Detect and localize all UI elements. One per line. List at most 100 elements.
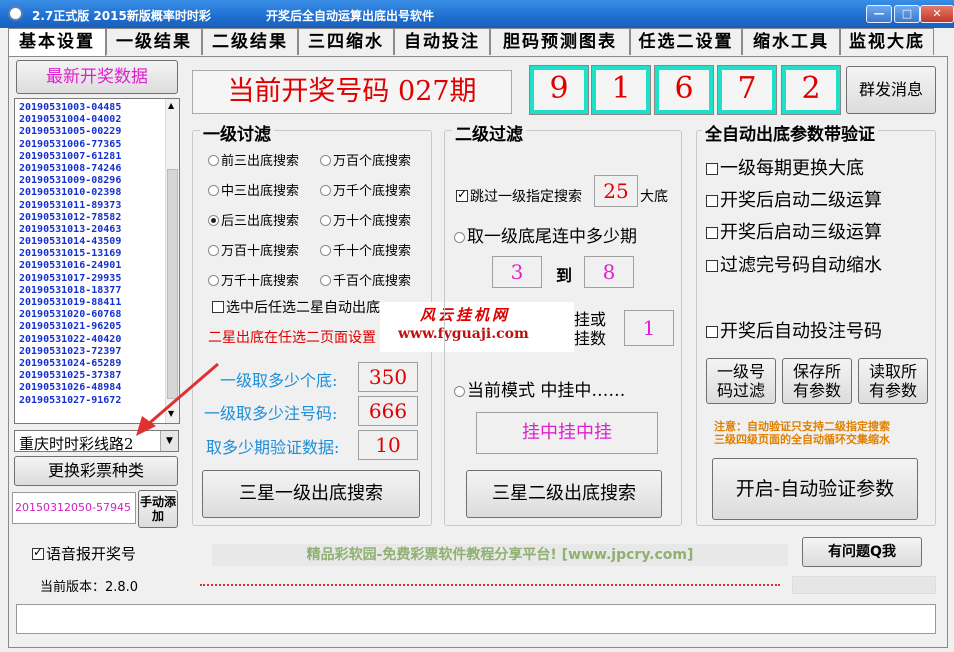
check-auto-shrink[interactable]: 过滤完号码自动缩水	[706, 251, 882, 277]
radio-wanqiange[interactable]: 万千个底搜索	[320, 180, 411, 199]
list-item[interactable]: 20190531018-18377	[15, 285, 179, 297]
minimize-icon[interactable]: —	[866, 5, 892, 23]
change-lottery-button[interactable]: 更换彩票种类	[14, 456, 178, 486]
close-icon[interactable]: ✕	[920, 5, 954, 23]
f2-input[interactable]: 666	[358, 396, 418, 426]
help-qq-button[interactable]: 有问题Q我	[802, 537, 922, 567]
radio-wanshige[interactable]: 万十个底搜索	[320, 210, 411, 229]
radio-label: 万百十底搜索	[221, 244, 300, 259]
tab-shrink-tool[interactable]: 缩水工具	[742, 28, 840, 55]
radio-icon	[454, 386, 465, 397]
progress-dots	[200, 584, 780, 586]
range-to-input[interactable]: 8	[584, 256, 634, 288]
radio-qianshige[interactable]: 千十个底搜索	[320, 240, 411, 259]
f1-input[interactable]: 350	[358, 362, 418, 392]
list-item[interactable]: 20190531023-72397	[15, 346, 179, 358]
list-item[interactable]: 20190531003-04485	[15, 102, 179, 114]
app-icon	[8, 6, 23, 21]
tab-monitor[interactable]: 监视大底	[840, 28, 934, 55]
radio-front3[interactable]: 前三出底搜索	[208, 150, 299, 169]
check-label: 开奖后自动投注号码	[720, 321, 882, 342]
list-item[interactable]: 20190531022-40420	[15, 334, 179, 346]
pick2-note: 二星出底在任选二页面设置	[208, 330, 376, 346]
load-params-button[interactable]: 读取所 有参数	[858, 358, 928, 404]
radio-wanqianshi[interactable]: 万千十底搜索	[208, 270, 299, 289]
skip-label: 跳过一级指定搜索	[470, 189, 582, 205]
tab-level2-result[interactable]: 二级结果	[202, 28, 298, 55]
level2-search-button[interactable]: 三星二级出底搜索	[466, 470, 662, 518]
list-item[interactable]: 20190531007-61281	[15, 151, 179, 163]
range-from-input[interactable]: 3	[492, 256, 542, 288]
title-bar: 2.7正式版 2015新版概率时时彩 开奖后全自动运算出底出号软件 — □ ✕	[0, 0, 954, 28]
radio-consecutive[interactable]: 取一级底尾连中多少期	[454, 222, 637, 247]
status-field	[792, 576, 936, 594]
radio-wanbaishi[interactable]: 万百十底搜索	[208, 240, 299, 259]
radio-label: 中三出底搜索	[221, 184, 300, 199]
save-params-button[interactable]: 保存所 有参数	[782, 358, 852, 404]
draw-number-5: 2	[781, 65, 841, 115]
line-select-value: 重庆时时彩线路2	[19, 435, 134, 453]
auto-pick2-checkbox[interactable]: 选中后任选二星自动出底	[212, 297, 380, 317]
tab-strip: 基本设置 一级结果 二级结果 三四缩水 自动投注 胆码预测图表 任选二设置 缩水…	[8, 28, 948, 57]
radio-label: 千百个底搜索	[333, 274, 412, 289]
list-item[interactable]: 20190531017-29935	[15, 273, 179, 285]
list-item[interactable]: 20190531006-77365	[15, 139, 179, 151]
promo-banner[interactable]: 精品彩软园-免费彩票软件教程分享平台! [www.jpcry.com]	[212, 544, 788, 566]
window-subtitle: 开奖后全自动运算出底出号软件	[266, 9, 435, 23]
radio-label: 万百个底搜索	[333, 154, 412, 169]
skip-input[interactable]: 25	[594, 175, 638, 207]
radio-qianbaige[interactable]: 千百个底搜索	[320, 270, 411, 289]
level1-filter-button[interactable]: 一级号 码过滤	[706, 358, 776, 404]
list-item[interactable]: 20190531015-13169	[15, 248, 179, 260]
check-level3[interactable]: 开奖后启动三级运算	[706, 218, 882, 244]
radio-mid3[interactable]: 中三出底搜索	[208, 180, 299, 199]
tab-shrink34[interactable]: 三四缩水	[298, 28, 394, 55]
hang-input[interactable]: 1	[624, 310, 674, 346]
draw-number-1: 9	[529, 65, 589, 115]
check-auto-bet[interactable]: 开奖后自动投注号码	[706, 317, 882, 343]
auto-pick2-label: 选中后任选二星自动出底	[226, 300, 380, 316]
broadcast-button[interactable]: 群发消息	[846, 66, 936, 114]
radio-wanbaige[interactable]: 万百个底搜索	[320, 150, 411, 169]
list-item[interactable]: 20190531020-60768	[15, 309, 179, 321]
radio-label: 万千个底搜索	[333, 184, 412, 199]
list-item[interactable]: 20190531004-04002	[15, 114, 179, 126]
check-level2[interactable]: 开奖后启动二级运算	[706, 186, 882, 212]
list-item[interactable]: 20190531013-20463	[15, 224, 179, 236]
tab-basic-settings[interactable]: 基本设置	[8, 28, 106, 57]
list-item[interactable]: 20190531021-96205	[15, 321, 179, 333]
skip-level1-checkbox[interactable]: 跳过一级指定搜索	[456, 186, 582, 206]
current-draw-label: 当前开奖号码 027期	[192, 70, 512, 114]
start-auto-verify-button[interactable]: 开启-自动验证参数	[712, 458, 918, 520]
voice-announce-label: 语音报开奖号	[46, 545, 137, 563]
level2-filter-title: 二级过滤	[452, 120, 526, 145]
radio-current-mode[interactable]: 当前模式 中挂中……	[454, 376, 625, 401]
list-item[interactable]: 20190531010-02398	[15, 187, 179, 199]
tab-forecast-chart[interactable]: 胆码预测图表	[490, 28, 630, 55]
mode-display: 挂中挂中挂	[476, 412, 658, 454]
list-item[interactable]: 20190531005-00229	[15, 126, 179, 138]
check-change-base[interactable]: 一级每期更换大底	[706, 154, 864, 180]
voice-announce-checkbox[interactable]: 语音报开奖号	[32, 543, 136, 564]
list-item[interactable]: 20190531011-89373	[15, 200, 179, 212]
maximize-icon[interactable]: □	[894, 5, 920, 23]
manual-add-button[interactable]: 手动添加	[138, 490, 178, 528]
scroll-up-icon[interactable]: ▲	[168, 101, 174, 110]
list-item[interactable]: 20190531014-43509	[15, 236, 179, 248]
f3-input[interactable]: 10	[358, 430, 418, 460]
list-item[interactable]: 20190531009-08296	[15, 175, 179, 187]
list-item[interactable]: 20190531012-78582	[15, 212, 179, 224]
radio-icon	[208, 245, 219, 256]
radio-back3[interactable]: 后三出底搜索	[208, 210, 299, 229]
red-arrow-icon	[136, 362, 219, 436]
radio-label: 前三出底搜索	[221, 154, 300, 169]
list-item[interactable]: 20190531008-74246	[15, 163, 179, 175]
tab-pick2-settings[interactable]: 任选二设置	[630, 28, 742, 55]
manual-draw-input[interactable]: 20150312050-57945	[12, 492, 136, 524]
level1-search-button[interactable]: 三星一级出底搜索	[202, 470, 420, 518]
list-item[interactable]: 20190531016-24901	[15, 260, 179, 272]
latest-draws-button[interactable]: 最新开奖数据	[16, 60, 178, 94]
list-item[interactable]: 20190531019-88411	[15, 297, 179, 309]
tab-level1-result[interactable]: 一级结果	[106, 28, 202, 55]
tab-auto-bet[interactable]: 自动投注	[394, 28, 490, 55]
